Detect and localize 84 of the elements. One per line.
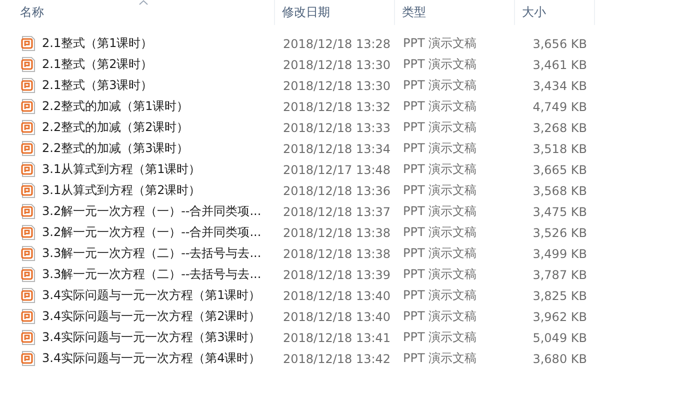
file-type: PPT 演示文稿	[403, 183, 477, 197]
modified-date: 2018/12/18 13:39	[283, 268, 391, 282]
file-name[interactable]: 3.1从算式到方程（第1课时）	[42, 161, 201, 178]
file-size: 5,049 KB	[532, 330, 587, 344]
modified-date: 2018/12/18 13:32	[283, 100, 391, 114]
file-name[interactable]: 2.2整式的加减（第1课时）	[42, 98, 189, 115]
modified-date: 2018/12/18 13:28	[283, 36, 391, 50]
modified-date: 2018/12/18 13:42	[283, 352, 391, 366]
file-type: PPT 演示文稿	[403, 36, 477, 50]
file-type: PPT 演示文稿	[403, 120, 477, 134]
file-size: 3,461 KB	[532, 58, 587, 72]
presentation-file-icon	[21, 35, 36, 52]
file-type: PPT 演示文稿	[403, 162, 477, 176]
file-size: 3,518 KB	[532, 142, 587, 156]
file-size: 3,499 KB	[532, 246, 587, 260]
file-size: 3,825 KB	[532, 288, 587, 302]
file-name[interactable]: 3.4实际问题与一元一次方程（第4课时）	[42, 350, 261, 367]
file-size: 3,526 KB	[532, 226, 587, 240]
modified-date: 2018/12/18 13:40	[283, 288, 391, 302]
presentation-file-icon	[21, 182, 36, 199]
presentation-file-icon	[21, 308, 36, 325]
presentation-file-icon	[21, 161, 36, 178]
presentation-file-icon	[21, 329, 36, 346]
presentation-file-icon	[21, 266, 36, 283]
presentation-file-icon	[21, 56, 36, 73]
file-type: PPT 演示文稿	[403, 246, 477, 260]
presentation-file-icon	[21, 119, 36, 136]
file-size: 3,434 KB	[532, 78, 587, 92]
modified-date: 2018/12/18 13:41	[283, 330, 391, 344]
file-name[interactable]: 2.2整式的加减（第2课时）	[42, 119, 189, 136]
file-name[interactable]: 2.1整式（第1课时）	[42, 35, 153, 52]
file-type: PPT 演示文稿	[403, 288, 477, 302]
file-size: 3,475 KB	[532, 204, 587, 218]
file-type: PPT 演示文稿	[403, 57, 477, 71]
file-type: PPT 演示文稿	[403, 141, 477, 155]
file-size: 3,568 KB	[532, 184, 587, 198]
file-size: 3,656 KB	[532, 36, 587, 50]
file-type: PPT 演示文稿	[403, 225, 477, 239]
file-type: PPT 演示文稿	[403, 78, 477, 92]
column-header[interactable]: 名称	[20, 5, 44, 19]
file-name[interactable]: 3.1从算式到方程（第2课时）	[42, 182, 201, 199]
file-name[interactable]: 3.4实际问题与一元一次方程（第2课时）	[42, 308, 261, 325]
file-name[interactable]: 3.4实际问题与一元一次方程（第1课时）	[42, 287, 261, 304]
modified-date: 2018/12/18 13:37	[283, 204, 391, 218]
file-size: 3,787 KB	[532, 268, 587, 282]
column-header[interactable]: 大小	[522, 5, 546, 19]
file-type: PPT 演示文稿	[403, 204, 477, 218]
file-size: 4,749 KB	[532, 100, 587, 114]
modified-date: 2018/12/17 13:48	[283, 162, 391, 176]
file-size: 3,962 KB	[532, 310, 587, 324]
presentation-file-icon	[21, 245, 36, 262]
file-name[interactable]: 2.2整式的加减（第3课时）	[42, 140, 189, 157]
presentation-file-icon	[21, 77, 36, 94]
file-type: PPT 演示文稿	[403, 330, 477, 344]
presentation-file-icon	[21, 224, 36, 241]
file-type: PPT 演示文稿	[403, 99, 477, 113]
modified-date: 2018/12/18 13:33	[283, 120, 391, 134]
file-type: PPT 演示文稿	[403, 309, 477, 323]
column-header[interactable]: 修改日期	[282, 5, 330, 19]
presentation-file-icon	[21, 287, 36, 304]
file-size: 3,665 KB	[532, 162, 587, 176]
file-name[interactable]: 3.2解一元一次方程（一）--合并同类项...	[42, 203, 262, 220]
file-name[interactable]: 3.2解一元一次方程（一）--合并同类项...	[42, 224, 262, 241]
modified-date: 2018/12/18 13:38	[283, 226, 391, 240]
presentation-file-icon	[21, 203, 36, 220]
modified-date: 2018/12/18 13:30	[283, 58, 391, 72]
file-name[interactable]: 2.1整式（第2课时）	[42, 56, 153, 73]
file-size: 3,268 KB	[532, 120, 587, 134]
file-type: PPT 演示文稿	[403, 267, 477, 281]
file-name[interactable]: 3.3解一元一次方程（二）--去括号与去...	[42, 245, 262, 262]
modified-date: 2018/12/18 13:34	[283, 142, 391, 156]
modified-date: 2018/12/18 13:30	[283, 78, 391, 92]
column-header[interactable]: 类型	[402, 5, 426, 19]
presentation-file-icon	[21, 98, 36, 115]
modified-date: 2018/12/18 13:38	[283, 246, 391, 260]
presentation-file-icon	[21, 140, 36, 157]
file-name[interactable]: 2.1整式（第3课时）	[42, 77, 153, 94]
file-name[interactable]: 3.4实际问题与一元一次方程（第3课时）	[42, 329, 261, 346]
file-name[interactable]: 3.3解一元一次方程（二）--去括号与去...	[42, 266, 262, 283]
file-type: PPT 演示文稿	[403, 351, 477, 365]
modified-date: 2018/12/18 13:36	[283, 184, 391, 198]
modified-date: 2018/12/18 13:40	[283, 310, 391, 324]
presentation-file-icon	[21, 350, 36, 367]
file-size: 3,680 KB	[532, 352, 587, 366]
